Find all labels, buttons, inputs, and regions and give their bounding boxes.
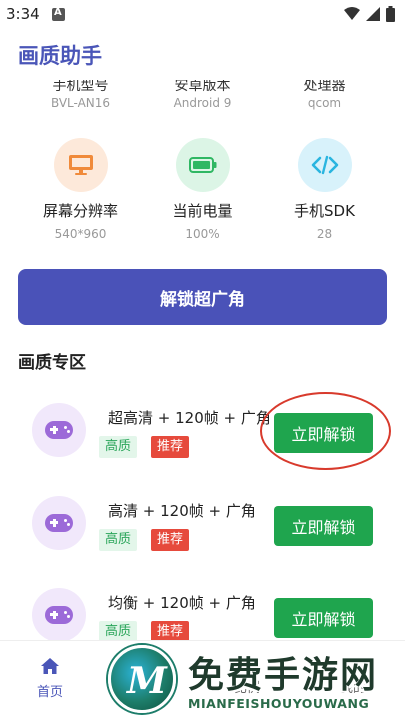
stat-sdk-label: 手机SDK [294,202,355,220]
monitor-icon [53,138,108,192]
recommend-tag: 推荐 [151,529,190,551]
stat-battery-label: 当前电量 [172,202,233,220]
watermark: M 免费手游网 MIANFEISHOUYOUWANG [108,640,405,720]
highlight-circle [260,392,391,470]
watermark-logo-icon: M [108,645,176,713]
gamepad-icon [32,403,86,457]
stat-resolution: 屏幕分辨率 540*960 [13,138,148,241]
app-title: 画质助手 [18,44,102,68]
unlock-now-button[interactable]: 立即解锁 [274,506,373,546]
status-icons [344,5,395,23]
stat-resolution-value: 540*960 [54,227,107,241]
android-version-value: Android 9 [173,96,232,110]
quality-tag: 高质 [99,529,138,551]
mode-name: 高清 + 120帧 + 广角 [108,502,256,520]
stat-sdk: 手机SDK 28 [257,138,392,241]
nav-home-label: 首页 [36,685,63,700]
quality-tag: 高质 [99,436,138,458]
mode-item: 高清 + 120帧 + 广角 高质 推荐 立即解锁 [0,496,405,576]
android-version-label: 安卓版本 [174,80,231,92]
wifi-icon [344,7,360,20]
stat-resolution-label: 屏幕分辨率 [42,202,118,220]
gamepad-icon [32,496,86,550]
device-model: 手机型号 BVL-AN16 [13,80,148,110]
watermark-title: 免费手游网 [188,655,379,696]
mode-name: 均衡 + 120帧 + 广角 [108,594,256,612]
device-model-label: 手机型号 [52,80,109,92]
stat-battery-value: 100% [185,227,220,241]
nav-home[interactable]: 首页 [20,657,80,700]
unlock-ultra-wide-button[interactable]: 解锁超广角 [18,269,387,325]
watermark-subtitle: MIANFEISHOUYOUWANG [188,696,370,711]
gamepad-icon [32,588,86,642]
processor-label: 处理器 [303,80,346,92]
stat-sdk-value: 28 [316,227,333,241]
battery-status-icon [386,6,395,22]
status-time: 3:34 [6,5,40,23]
processor: 处理器 qcom [257,80,392,110]
stat-battery: 当前电量 100% [135,138,270,241]
signal-icon [366,7,380,21]
code-icon [297,138,352,192]
mode-name: 超高清 + 120帧 + 广角 [108,409,271,427]
recommend-tag: 推荐 [151,436,190,458]
device-model-value: BVL-AN16 [50,96,111,110]
android-version: 安卓版本 Android 9 [135,80,270,110]
unlock-now-button[interactable]: 立即解锁 [274,598,373,638]
notification-icon [52,7,65,21]
home-icon [41,658,59,674]
battery-icon [175,138,230,192]
processor-value: qcom [307,96,342,110]
status-bar: 3:34 [0,0,405,28]
section-title: 画质专区 [18,353,86,373]
